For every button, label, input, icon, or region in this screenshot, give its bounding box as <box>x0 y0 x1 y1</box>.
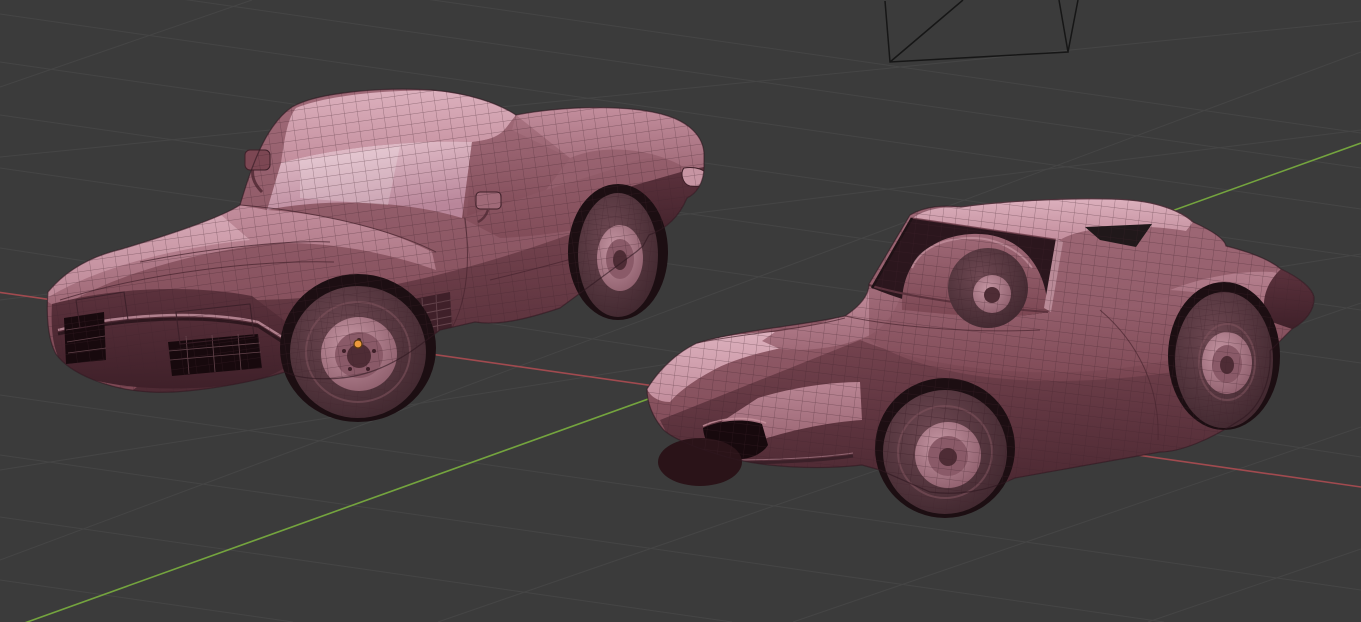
viewport-canvas[interactable] <box>0 0 1361 622</box>
object-origin-dot <box>353 339 363 349</box>
blender-3d-viewport[interactable] <box>0 0 1361 622</box>
